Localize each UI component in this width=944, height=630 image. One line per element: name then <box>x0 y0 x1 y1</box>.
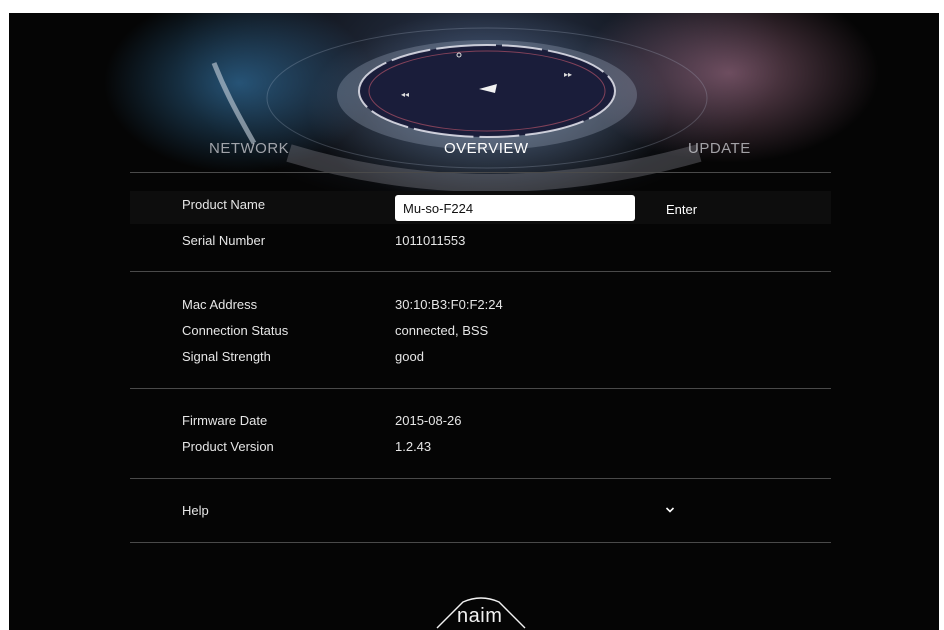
tab-network[interactable]: NETWORK <box>209 140 289 157</box>
signal-strength-value: good <box>395 349 424 364</box>
product-version-label: Product Version <box>182 439 274 454</box>
divider-tabs <box>130 172 831 173</box>
divider-product <box>130 271 831 272</box>
tab-update[interactable]: UPDATE <box>688 140 751 157</box>
page-frame: ◂◂ ▸▸ NETWORK OVERVIEW UPDATE Product Na… <box>9 13 939 630</box>
chevron-down-icon[interactable] <box>665 506 675 514</box>
mac-address-value: 30:10:B3:F0:F2:24 <box>395 297 503 312</box>
divider-help <box>130 542 831 543</box>
svg-text:◂◂: ◂◂ <box>401 90 409 99</box>
connection-status-label: Connection Status <box>182 323 289 338</box>
product-name-input[interactable] <box>395 195 635 221</box>
naim-logo-text: naim <box>457 605 503 627</box>
divider-firmware <box>130 478 831 479</box>
serial-number-value: 1011011553 <box>395 233 466 248</box>
divider-network <box>130 388 831 389</box>
tab-overview[interactable]: OVERVIEW <box>444 140 529 157</box>
firmware-date-label: Firmware Date <box>182 413 268 428</box>
signal-strength-label: Signal Strength <box>182 349 271 364</box>
firmware-date-value: 2015-08-26 <box>395 413 462 428</box>
enter-button[interactable]: Enter <box>666 202 697 217</box>
svg-text:▸▸: ▸▸ <box>564 70 572 79</box>
serial-number-label: Serial Number <box>182 233 266 248</box>
connection-status-value: connected, BSS <box>395 323 489 338</box>
mac-address-label: Mac Address <box>182 297 258 312</box>
product-version-value: 1.2.43 <box>395 439 432 454</box>
help-toggle-label[interactable]: Help <box>182 503 209 518</box>
product-name-label: Product Name <box>182 197 266 212</box>
